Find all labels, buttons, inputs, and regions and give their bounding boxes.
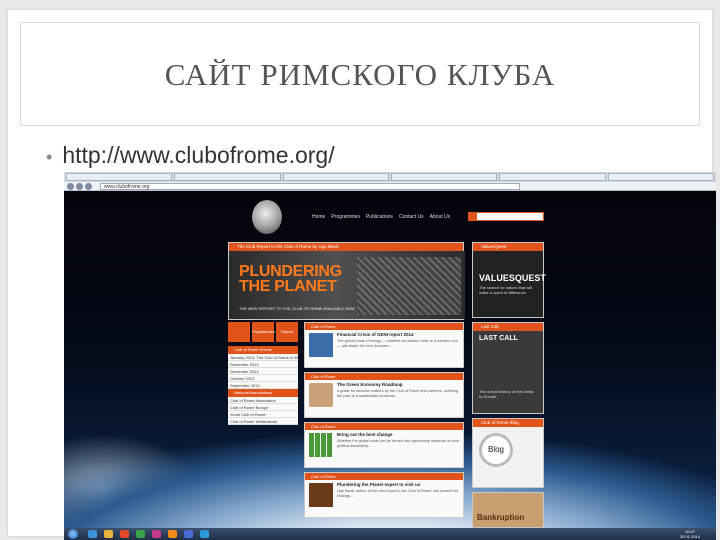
left-menu: Club of Rome Events January 2014: The Cl… — [228, 346, 298, 425]
post-head: Club of Rome — [305, 323, 463, 330]
post-body: A guide for decision makers by the Club … — [337, 389, 458, 398]
menu-item[interactable]: Youth Club of Rome — [228, 411, 298, 418]
menu-item[interactable]: Club of Rome Netherlands — [228, 418, 298, 425]
forward-icon[interactable] — [76, 183, 83, 190]
browser-tab[interactable] — [282, 173, 389, 181]
menu-item[interactable]: September 2013 — [228, 382, 298, 389]
menu-item[interactable]: November 2013 — [228, 368, 298, 375]
post-head: Club of Rome — [305, 473, 463, 480]
post-head: Club of Rome — [305, 373, 463, 380]
post-body: Ugo Bardi, author of the new report to t… — [337, 489, 459, 498]
bankruption-title: Bankruption — [477, 513, 525, 522]
left-feature-icon[interactable] — [228, 322, 250, 342]
menu-item[interactable]: January 2014: The Club of Rome in Winter… — [228, 354, 298, 361]
bullet-url[interactable]: http://www.clubofrome.org/ — [62, 142, 334, 168]
menu-item[interactable]: December 2013 — [228, 361, 298, 368]
browser-tabbar — [64, 172, 716, 182]
lastcall-title: LAST CALL — [479, 335, 518, 342]
address-input[interactable]: www.clubofrome.org — [100, 183, 520, 190]
post-card[interactable]: Club of Rome Plundering the Planet exper… — [304, 472, 464, 518]
browser-tab[interactable] — [607, 173, 714, 181]
menu-item[interactable]: October 2013 — [228, 375, 298, 382]
blog-head: Club of Rome Blog — [473, 419, 543, 427]
post-card[interactable]: Club of Rome The Green Economy Roadmap A… — [304, 372, 464, 418]
slide-title: САЙТ РИМСКОГО КЛУБА — [164, 57, 556, 92]
ie-icon[interactable] — [88, 530, 97, 538]
post-thumbnail — [309, 333, 333, 357]
club-site: Home Programmes Publications Contact Us … — [228, 192, 548, 528]
hero-title-2: THE PLANET — [239, 278, 337, 295]
firefox-icon[interactable] — [168, 530, 177, 538]
nav-home[interactable]: Home — [312, 214, 325, 220]
website-screenshot: www.clubofrome.org Home Programmes Publi… — [64, 172, 716, 540]
title-box: САЙТ РИМСКОГО КЛУБА — [20, 22, 700, 126]
valuesquest-panel[interactable]: ValuesQuest VALUESQUEST The search for v… — [472, 242, 546, 318]
search-icon[interactable] — [468, 212, 476, 221]
explorer-icon[interactable] — [104, 530, 113, 538]
post-title[interactable]: Financial Crisis of GENI report 2014 — [337, 332, 461, 337]
browser-tab[interactable] — [174, 173, 281, 181]
valuesquest-text: The search for values that will make a w… — [479, 285, 532, 295]
app-icon[interactable] — [152, 530, 161, 538]
lastcall-ad: LAST CALL The untold history of the Limi… — [473, 331, 543, 413]
excavator-image — [357, 257, 461, 315]
app-icon[interactable] — [184, 530, 193, 538]
blog-magnifier-icon: Blog — [479, 433, 513, 467]
post-head: Club of Rome — [305, 423, 463, 430]
nav-contact[interactable]: Contact Us — [399, 214, 424, 220]
programmes-button[interactable]: Programmes — [252, 322, 275, 342]
lastcall-head: Last Call — [473, 323, 543, 331]
post-title[interactable]: Plundering the Planet expert to visit us — [337, 482, 461, 487]
lastcall-panel[interactable]: Last Call LAST CALL The untold history o… — [472, 322, 544, 414]
menu-item[interactable]: Club of Rome Association — [228, 397, 298, 404]
hero-panel[interactable]: The Club Report to the Club of Rome by U… — [228, 242, 465, 320]
post-thumbnail — [309, 383, 333, 407]
post-card[interactable]: Club of Rome Bring out the best change W… — [304, 422, 464, 468]
bullet-line: • http://www.clubofrome.org/ — [46, 142, 335, 169]
bullet-dot-icon: • — [46, 147, 53, 167]
valuesquest-head: ValuesQuest — [473, 243, 543, 251]
post-body: Whether the global crisis can be turned … — [337, 439, 460, 448]
browser-tab[interactable] — [66, 173, 173, 181]
nav-about[interactable]: About Us — [430, 214, 451, 220]
club-logo-icon[interactable] — [252, 200, 282, 234]
app-icon[interactable] — [136, 530, 145, 538]
nav-programmes[interactable]: Programmes — [331, 214, 360, 220]
hero-label: The Club Report to the Club of Rome by U… — [229, 243, 463, 251]
lastcall-text: The untold history of the Limits to Grow… — [479, 389, 534, 399]
post-body: The global crisis of energy — whether an… — [337, 339, 458, 348]
back-icon[interactable] — [67, 183, 74, 190]
post-thumbnail — [309, 433, 333, 457]
post-title[interactable]: Bring out the best change — [337, 432, 461, 437]
post-title[interactable]: The Green Economy Roadmap — [337, 382, 461, 387]
valuesquest-title: VALUESQUEST — [479, 273, 546, 283]
clock-date: 20.01.2014 — [679, 534, 700, 539]
menu-head-associations: National Associations — [228, 389, 298, 397]
browser-addressbar: www.clubofrome.org — [64, 182, 716, 191]
post-thumbnail — [309, 483, 333, 507]
app-icon[interactable] — [120, 530, 129, 538]
site-nav: Home Programmes Publications Contact Us … — [312, 214, 450, 220]
reload-icon[interactable] — [85, 183, 92, 190]
valuesquest-ad: VALUESQUEST The search for values that w… — [473, 251, 546, 317]
report-button[interactable]: Report — [276, 322, 298, 342]
hero-banner: PLUNDERING THE PLANET THE NEW REPORT TO … — [229, 251, 465, 319]
windows-taskbar: 10:47 20.01.2014 — [64, 528, 716, 540]
search-input[interactable] — [476, 212, 544, 221]
clock[interactable]: 10:47 20.01.2014 — [680, 529, 700, 539]
menu-item[interactable]: Club of Rome Europe — [228, 404, 298, 411]
menu-head-events: Club of Rome Events — [228, 346, 298, 354]
browser-tab[interactable] — [390, 173, 498, 181]
post-card[interactable]: Club of Rome Financial Crisis of GENI re… — [304, 322, 464, 368]
nav-publications[interactable]: Publications — [366, 214, 393, 220]
hero-subtitle: THE NEW REPORT TO THE CLUB OF ROME AVAIL… — [239, 306, 355, 311]
bankruption-panel[interactable]: Bankruption — [472, 492, 544, 528]
start-button-icon[interactable] — [68, 529, 78, 539]
app-icon[interactable] — [200, 530, 209, 538]
browser-tab[interactable] — [499, 173, 606, 181]
blog-panel[interactable]: Club of Rome Blog Blog — [472, 418, 544, 488]
